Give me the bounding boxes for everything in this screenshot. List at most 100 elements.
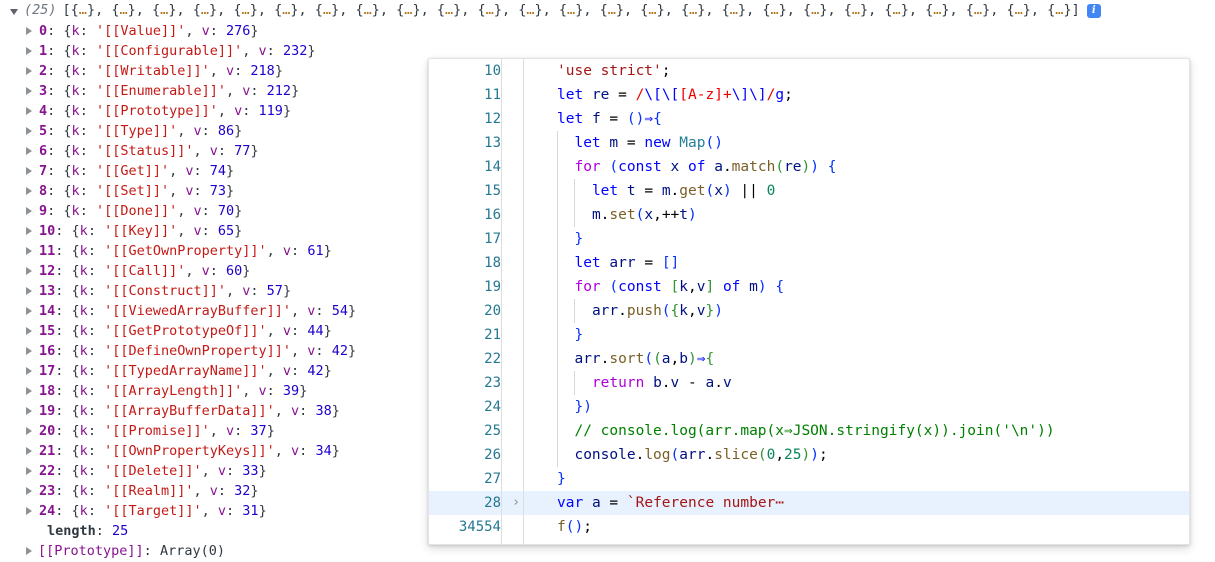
code-line[interactable]: 17 }: [429, 227, 1189, 251]
code-text[interactable]: for (const x of a.match(re)) {: [527, 155, 1189, 179]
expand-triangle-icon[interactable]: [26, 207, 32, 215]
expand-triangle-icon[interactable]: [26, 167, 32, 175]
code-line[interactable]: 28 › var a = `Reference number⋯: [429, 491, 1189, 515]
expand-triangle-icon[interactable]: [26, 507, 32, 515]
code-text[interactable]: m.set(x,++t): [527, 203, 1189, 227]
entry-value-label: v: [201, 263, 210, 279]
line-number[interactable]: 13: [429, 131, 505, 155]
expand-triangle-icon[interactable]: [26, 307, 32, 315]
code-line[interactable]: 12 let f = ()⇒{: [429, 107, 1189, 131]
line-number[interactable]: 14: [429, 155, 505, 179]
code-text[interactable]: console.log(arr.slice(0,25));: [527, 443, 1189, 467]
code-line[interactable]: 18 let arr = []: [429, 251, 1189, 275]
fold-placeholder: [505, 59, 527, 83]
line-number[interactable]: 19: [429, 275, 505, 299]
code-line[interactable]: 22 arr.sort((a,b)⇒{: [429, 347, 1189, 371]
expand-triangle-icon[interactable]: [26, 287, 32, 295]
code-text[interactable]: arr.push({k,v}): [527, 299, 1189, 323]
expand-triangle-icon[interactable]: [26, 327, 32, 335]
code-text[interactable]: let f = ()⇒{: [527, 107, 1189, 131]
code-line[interactable]: 27}: [429, 467, 1189, 491]
expand-triangle-icon[interactable]: [26, 267, 32, 275]
expand-triangle-icon[interactable]: [26, 407, 32, 415]
code-text[interactable]: f();: [527, 515, 1189, 539]
entry-index: 1: [39, 43, 48, 59]
code-line[interactable]: 21 }: [429, 323, 1189, 347]
entry-value-label: v: [193, 123, 202, 139]
line-number[interactable]: 28: [429, 491, 505, 515]
code-text[interactable]: let re = /\[\[[A-z]+\]\]/g;: [527, 83, 1189, 107]
line-number[interactable]: 25: [429, 419, 505, 443]
expand-triangle-icon[interactable]: [26, 247, 32, 255]
fold-chevron-icon[interactable]: ›: [505, 491, 527, 515]
code-text[interactable]: let arr = []: [527, 251, 1189, 275]
console-entry-row[interactable]: 0: {k: '[[Value]]', v: 276}: [0, 21, 1215, 41]
code-text[interactable]: arr.sort((a,b)⇒{: [527, 347, 1189, 371]
entry-key-label: k: [71, 183, 80, 199]
line-number[interactable]: 34554: [429, 515, 505, 539]
expand-triangle-icon[interactable]: [26, 227, 32, 235]
code-text[interactable]: }): [527, 395, 1189, 419]
code-text[interactable]: let m = new Map(): [527, 131, 1189, 155]
code-text[interactable]: }: [527, 467, 1189, 491]
code-line[interactable]: 15 let t = m.get(x) || 0: [429, 179, 1189, 203]
info-icon[interactable]: i: [1086, 3, 1101, 18]
code-line[interactable]: 20 arr.push({k,v}): [429, 299, 1189, 323]
expand-triangle-icon[interactable]: [26, 47, 32, 55]
expand-triangle-icon[interactable]: [26, 147, 32, 155]
line-number[interactable]: 20: [429, 299, 505, 323]
expand-triangle-icon[interactable]: [26, 107, 32, 115]
expand-triangle-icon[interactable]: [26, 67, 32, 75]
expand-triangle-icon[interactable]: [26, 127, 32, 135]
expand-collapse-triangle-icon[interactable]: [10, 8, 18, 15]
code-text[interactable]: }: [527, 323, 1189, 347]
code-text[interactable]: var a = `Reference number⋯: [527, 491, 1189, 515]
expand-triangle-icon[interactable]: [26, 27, 32, 35]
code-text[interactable]: return b.v - a.v: [527, 371, 1189, 395]
code-editor-scroll-area[interactable]: 10 'use strict'; 11 let re = /\[\[[A-z]+\]\…: [429, 59, 1189, 544]
entry-value: 42: [307, 363, 324, 379]
expand-triangle-icon[interactable]: [26, 347, 32, 355]
expand-triangle-icon[interactable]: [26, 427, 32, 435]
line-number[interactable]: 22: [429, 347, 505, 371]
code-text[interactable]: // console.log(arr.map(x⇒JSON.stringify(…: [527, 419, 1189, 443]
line-number[interactable]: 27: [429, 467, 505, 491]
code-line[interactable]: 10 'use strict';: [429, 59, 1189, 83]
code-text[interactable]: 'use strict';: [527, 59, 1189, 83]
code-line[interactable]: 25 // console.log(arr.map(x⇒JSON.stringi…: [429, 419, 1189, 443]
line-number[interactable]: 15: [429, 179, 505, 203]
code-text[interactable]: for (const [k,v] of m) {: [527, 275, 1189, 299]
entry-value: 77: [234, 143, 251, 159]
line-number[interactable]: 26: [429, 443, 505, 467]
code-line[interactable]: 24 }): [429, 395, 1189, 419]
expand-triangle-icon[interactable]: [26, 547, 32, 555]
line-number[interactable]: 11: [429, 83, 505, 107]
code-line[interactable]: 14 for (const x of a.match(re)) {: [429, 155, 1189, 179]
expand-triangle-icon[interactable]: [26, 487, 32, 495]
expand-triangle-icon[interactable]: [26, 87, 32, 95]
expand-triangle-icon[interactable]: [26, 367, 32, 375]
line-number[interactable]: 16: [429, 203, 505, 227]
code-line[interactable]: 16 m.set(x,++t): [429, 203, 1189, 227]
code-line[interactable]: 19 for (const [k,v] of m) {: [429, 275, 1189, 299]
console-array-header[interactable]: (25) [{…}, {…}, {…}, {…}, {…}, {…}, {…},…: [0, 0, 1215, 21]
code-text[interactable]: }: [527, 227, 1189, 251]
expand-triangle-icon[interactable]: [26, 447, 32, 455]
object-stub: {…}: [925, 2, 950, 18]
line-number[interactable]: 12: [429, 107, 505, 131]
code-line[interactable]: 11 let re = /\[\[[A-z]+\]\]/g;: [429, 83, 1189, 107]
line-number[interactable]: 10: [429, 59, 505, 83]
code-line[interactable]: 23 return b.v - a.v: [429, 371, 1189, 395]
code-text[interactable]: let t = m.get(x) || 0: [527, 179, 1189, 203]
expand-triangle-icon[interactable]: [26, 187, 32, 195]
line-number[interactable]: 18: [429, 251, 505, 275]
code-line[interactable]: 13 let m = new Map(): [429, 131, 1189, 155]
line-number[interactable]: 17: [429, 227, 505, 251]
code-line[interactable]: 34554 f();: [429, 515, 1189, 539]
expand-triangle-icon[interactable]: [26, 467, 32, 475]
expand-triangle-icon[interactable]: [26, 387, 32, 395]
line-number[interactable]: 24: [429, 395, 505, 419]
line-number[interactable]: 21: [429, 323, 505, 347]
line-number[interactable]: 23: [429, 371, 505, 395]
code-line[interactable]: 26 console.log(arr.slice(0,25));: [429, 443, 1189, 467]
